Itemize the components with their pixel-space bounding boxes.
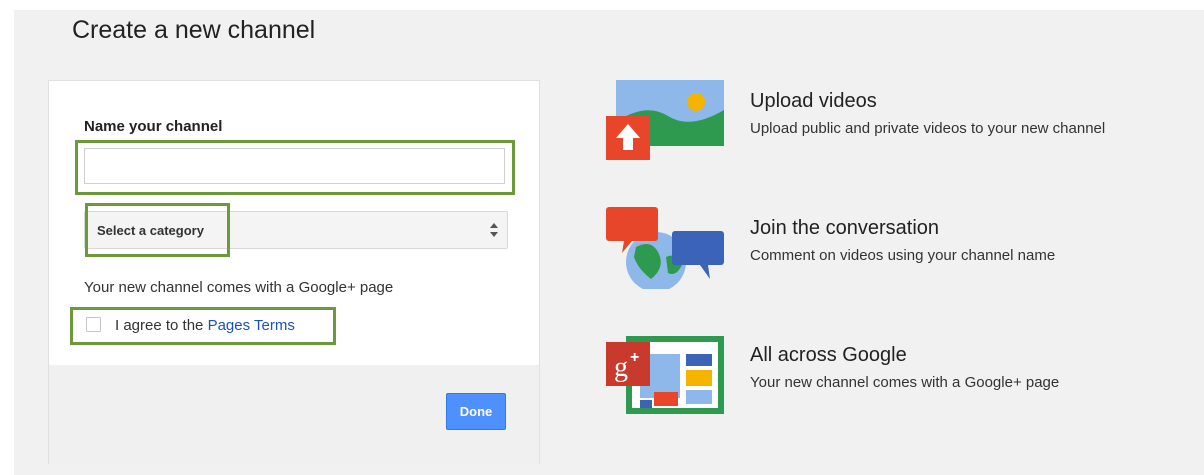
feature-description: Comment on videos using your channel nam… bbox=[750, 247, 1056, 264]
page-title: Create a new channel bbox=[72, 16, 316, 44]
channel-name-input[interactable] bbox=[84, 148, 505, 184]
create-channel-card: Name your channel Select a category Your… bbox=[48, 80, 540, 464]
conversation-icon bbox=[606, 207, 724, 289]
svg-text:g: g bbox=[614, 352, 628, 383]
google-plus-icon: g + bbox=[606, 336, 724, 414]
feature-title: Join the conversation bbox=[750, 217, 940, 239]
select-arrows-icon bbox=[490, 223, 498, 237]
svg-text:+: + bbox=[630, 349, 639, 366]
done-button[interactable]: Done bbox=[446, 393, 506, 430]
feature-description: Upload public and private videos to your… bbox=[750, 120, 1106, 137]
googleplus-note: Your new channel comes with a Google+ pa… bbox=[84, 279, 394, 296]
feature-all-across-google: g + All across Google Your new channel c… bbox=[606, 334, 1186, 416]
feature-description: Your new channel comes with a Google+ pa… bbox=[750, 374, 1060, 391]
agree-highlight bbox=[70, 307, 336, 345]
feature-join-conversation: Join the conversation Comment on videos … bbox=[606, 207, 1186, 289]
channel-name-label: Name your channel bbox=[84, 118, 223, 135]
feature-title: All across Google bbox=[750, 344, 907, 366]
feature-title: Upload videos bbox=[750, 90, 877, 112]
upload-videos-icon bbox=[606, 80, 724, 160]
category-highlight bbox=[85, 203, 230, 257]
feature-upload-videos: Upload videos Upload public and private … bbox=[606, 80, 1186, 162]
